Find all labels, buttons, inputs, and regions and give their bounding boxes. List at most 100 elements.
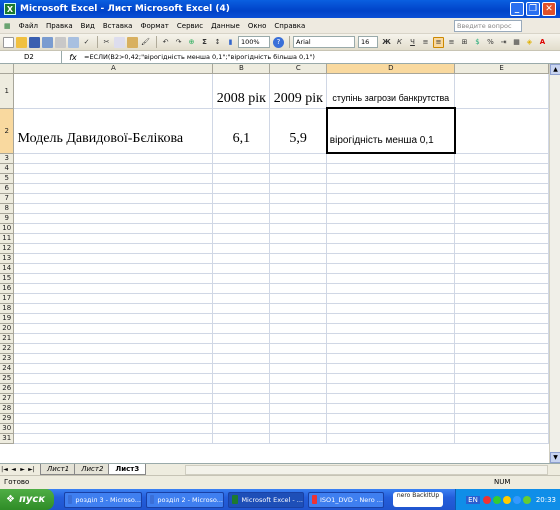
cell[interactable] (454, 153, 549, 164)
cell[interactable] (212, 223, 271, 234)
vertical-scrollbar[interactable]: ▲ ▼ (549, 64, 560, 463)
row-header[interactable]: 18 (0, 303, 15, 314)
formula-input[interactable]: =ЕСЛИ(B2>0,42;"вірогідність менша 0,1";"… (84, 53, 315, 61)
menu-view[interactable]: Вид (77, 22, 99, 30)
cell[interactable] (269, 163, 328, 174)
cell[interactable] (269, 393, 328, 404)
cell[interactable] (13, 383, 214, 394)
row-header[interactable]: 28 (0, 403, 15, 414)
cell[interactable] (454, 293, 549, 304)
cell[interactable] (269, 413, 328, 424)
help-search-input[interactable]: Введите вопрос (454, 20, 522, 32)
cell[interactable] (13, 433, 214, 444)
cell[interactable] (326, 263, 456, 274)
menu-file[interactable]: Файл (15, 22, 42, 30)
autosum-icon[interactable]: Σ (199, 37, 210, 48)
borders-icon[interactable]: ▦ (511, 37, 522, 48)
cell[interactable] (326, 373, 456, 384)
cell[interactable] (269, 213, 328, 224)
nero-backitup-icon[interactable]: nero BackItUp (393, 492, 443, 507)
cell[interactable] (212, 313, 271, 324)
chart-wizard-icon[interactable]: ▮ (225, 37, 236, 48)
sheet-tab-1[interactable]: Лист1 (40, 464, 77, 475)
cell[interactable] (212, 423, 271, 434)
cell[interactable] (326, 203, 456, 214)
cell-e2[interactable] (454, 108, 549, 154)
cell[interactable] (326, 343, 456, 354)
cell[interactable] (269, 433, 328, 444)
cell[interactable] (13, 253, 214, 264)
cell[interactable] (454, 323, 549, 334)
cell[interactable] (212, 233, 271, 244)
cell[interactable] (326, 313, 456, 324)
cell[interactable] (326, 423, 456, 434)
align-left-icon[interactable]: ≡ (420, 37, 431, 48)
row-header[interactable]: 7 (0, 193, 15, 204)
cell[interactable] (454, 403, 549, 414)
cell[interactable] (269, 293, 328, 304)
row-header[interactable]: 13 (0, 253, 15, 264)
cell[interactable] (454, 213, 549, 224)
row-header[interactable]: 23 (0, 353, 15, 364)
cell[interactable] (269, 203, 328, 214)
cell[interactable] (212, 253, 271, 264)
task-button[interactable]: розділ 2 - Microso... (146, 491, 224, 508)
cell[interactable] (454, 433, 549, 444)
permission-icon[interactable] (42, 36, 53, 48)
cell[interactable] (326, 393, 456, 404)
undo-icon[interactable]: ↶ (160, 37, 171, 48)
cell[interactable] (454, 283, 549, 294)
column-header-e[interactable]: E (454, 64, 549, 74)
cell[interactable] (326, 173, 456, 184)
row-header[interactable]: 14 (0, 263, 15, 274)
row-header[interactable]: 10 (0, 223, 15, 234)
tray-icon[interactable] (512, 495, 521, 504)
cell[interactable] (212, 323, 271, 334)
cell[interactable] (212, 333, 271, 344)
excel-app-icon[interactable]: X (4, 3, 16, 15)
cell[interactable] (269, 243, 328, 254)
cell[interactable] (269, 323, 328, 334)
cell[interactable] (13, 323, 214, 334)
cell[interactable] (454, 413, 549, 424)
fill-color-icon[interactable]: ◈ (524, 37, 535, 48)
row-header[interactable]: 11 (0, 233, 15, 244)
cell[interactable] (269, 313, 328, 324)
cell-a1[interactable] (13, 73, 214, 109)
next-sheet-icon[interactable]: ► (18, 466, 27, 473)
cell[interactable] (454, 193, 549, 204)
column-header-c[interactable]: C (269, 64, 328, 74)
cell[interactable] (212, 283, 271, 294)
format-painter-icon[interactable]: 🖌 (140, 37, 151, 48)
spelling-icon[interactable]: ✓ (81, 37, 92, 48)
cell[interactable] (454, 273, 549, 284)
cell[interactable] (454, 373, 549, 384)
zoom-select[interactable]: 100% (238, 36, 270, 48)
print-preview-icon[interactable] (68, 36, 79, 48)
cell[interactable] (269, 303, 328, 314)
name-box[interactable]: D2 (0, 51, 62, 63)
cell[interactable] (454, 383, 549, 394)
cell[interactable] (326, 303, 456, 314)
cell[interactable] (212, 363, 271, 374)
cell[interactable] (212, 403, 271, 414)
row-header[interactable]: 5 (0, 173, 15, 184)
menu-window[interactable]: Окно (244, 22, 271, 30)
cell[interactable] (454, 393, 549, 404)
row-header[interactable]: 6 (0, 183, 15, 194)
tray-icon[interactable] (482, 495, 491, 504)
cell[interactable] (269, 403, 328, 414)
cell[interactable] (13, 413, 214, 424)
start-button[interactable]: ❖ пуск (0, 489, 54, 510)
row-header[interactable]: 29 (0, 413, 15, 424)
cell[interactable] (326, 433, 456, 444)
language-indicator[interactable]: EN (466, 495, 480, 504)
cell[interactable] (454, 183, 549, 194)
cell[interactable] (454, 233, 549, 244)
row-header[interactable]: 24 (0, 363, 15, 374)
cell[interactable] (212, 373, 271, 384)
redo-icon[interactable]: ↷ (173, 37, 184, 48)
merge-center-icon[interactable]: ⊞ (459, 37, 470, 48)
open-icon[interactable] (16, 36, 27, 48)
cell[interactable] (326, 403, 456, 414)
